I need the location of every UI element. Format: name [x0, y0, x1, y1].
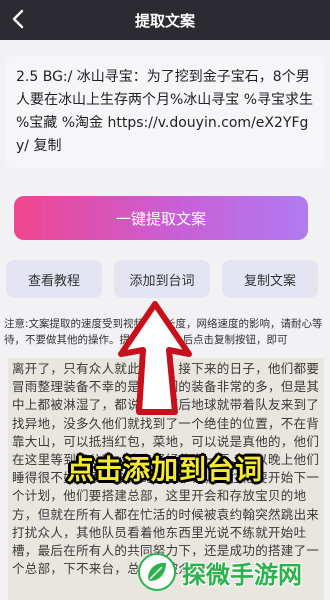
watermark-text: 探微手游网 — [182, 560, 302, 589]
extract-copy-button[interactable]: 一键提取文案 — [14, 196, 308, 240]
leaf-logo-icon — [138, 553, 176, 591]
view-tutorial-button[interactable]: 查看教程 — [6, 260, 102, 298]
add-to-script-button[interactable]: 添加到台词 — [114, 260, 210, 298]
copy-copy-button[interactable]: 复制文案 — [222, 260, 318, 298]
top-bar: 提取文案 — [0, 0, 330, 40]
page-title: 提取文案 — [134, 12, 195, 30]
up-arrow-annotation-icon — [118, 301, 192, 415]
share-link-textarea[interactable]: 2.5 BG:/ 冰山寻宝：为了挖到金子宝石，8个男人要在冰山上生存两个月%冰山… — [6, 56, 324, 168]
site-watermark: 探微手游网 — [138, 548, 326, 596]
instruction-caption: 点击添加到台词 — [67, 455, 263, 486]
